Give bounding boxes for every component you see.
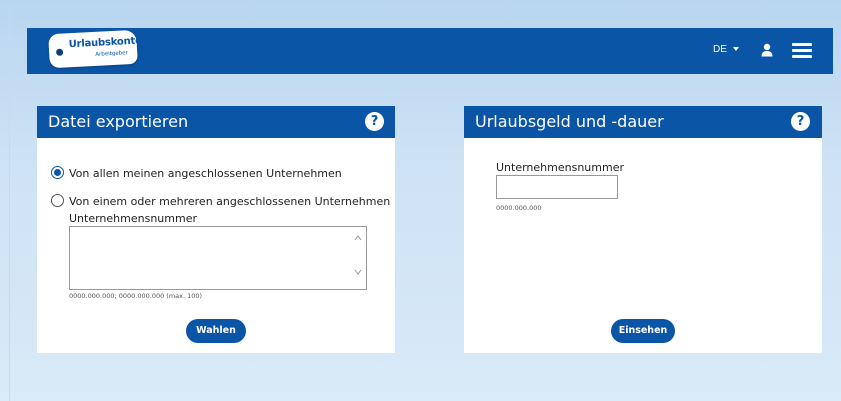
help-icon[interactable]: ? <box>365 112 384 131</box>
company-number-label: Unternehmensnummer <box>69 212 197 225</box>
urlaubskonto-logo[interactable]: Urlaubskonto Arbeitgeber <box>48 29 142 69</box>
company-number-format-hint: 0000.000.000; 0000.000.000 (max. 100) <box>69 292 203 300</box>
chevron-down-icon <box>732 47 739 52</box>
vacation-pay-card: Urlaubsgeld und -dauer ? Unternehmensnum… <box>464 106 822 353</box>
help-icon[interactable]: ? <box>791 112 810 131</box>
export-card-header: Datei exportieren ? <box>37 106 395 138</box>
vacation-card-header: Urlaubsgeld und -dauer ? <box>464 106 822 138</box>
company-number-label: Unternehmensnummer <box>496 161 624 174</box>
company-numbers-textarea[interactable] <box>69 226 367 290</box>
logo-tag-hole-icon <box>55 48 64 56</box>
language-label: DE <box>713 44 727 55</box>
radio-option-selected-label: Von einem oder mehreren angeschlossenen … <box>69 195 391 208</box>
radio-button-selected[interactable] <box>51 194 64 207</box>
company-number-input[interactable] <box>496 175 618 199</box>
view-button[interactable]: Einsehen <box>611 319 675 343</box>
radio-option-all-companies[interactable]: Von allen meinen angeschlossenen Unterne… <box>51 166 342 180</box>
radio-button-all[interactable] <box>51 166 64 179</box>
hamburger-menu-icon[interactable] <box>792 43 812 58</box>
scroll-up-icon[interactable] <box>354 235 362 243</box>
language-selector[interactable]: DE <box>713 44 739 55</box>
logo-brand-text: Urlaubskonto <box>68 35 143 51</box>
radio-option-selected-companies[interactable]: Von einem oder mehreren angeschlossenen … <box>51 194 390 208</box>
logo-subtitle-text: Arbeitgeber <box>95 50 129 58</box>
company-number-format-hint: 0000.000.000 <box>496 204 542 212</box>
export-file-card: Datei exportieren ? Von allen meinen ang… <box>37 106 395 353</box>
radio-option-all-label: Von allen meinen angeschlossenen Unterne… <box>69 167 342 180</box>
export-card-title: Datei exportieren <box>48 112 189 131</box>
vacation-card-title: Urlaubsgeld und -dauer <box>475 112 664 131</box>
user-icon[interactable] <box>761 43 773 57</box>
left-divider <box>9 10 10 401</box>
scroll-down-icon[interactable] <box>354 269 362 277</box>
select-button[interactable]: Wahlen <box>186 319 246 343</box>
top-navigation-bar: Urlaubskonto Arbeitgeber DE <box>27 28 833 74</box>
